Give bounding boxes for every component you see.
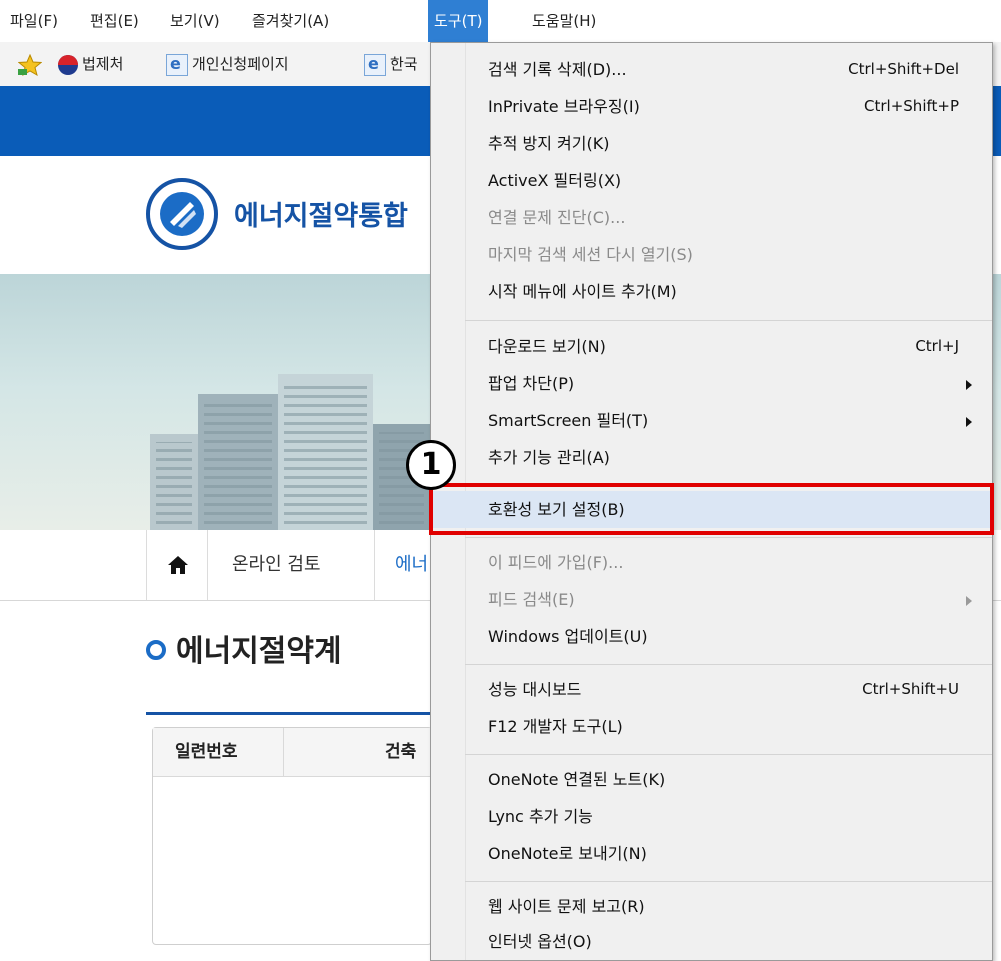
favorite-label: 법제처 — [82, 55, 124, 73]
menu-item-label: ActiveX 필터링(X) — [488, 171, 622, 190]
circle-bullet-icon — [146, 639, 166, 660]
menu-item-subscribe-feed[interactable]: 이 피드에 가입(F)... — [431, 544, 992, 581]
menu-item-label: 다운로드 보기(N) — [488, 337, 606, 356]
site-logo-icon[interactable] — [146, 178, 218, 250]
star-icon — [18, 53, 42, 76]
menu-item-shortcut: Ctrl+Shift+P — [864, 97, 959, 115]
menu-item-diagnose-connection[interactable]: 연결 문제 진단(C)... — [431, 199, 992, 236]
menu-item-label: 팝업 차단(P) — [488, 374, 575, 393]
menu-item-shortcut: Ctrl+Shift+Del — [848, 60, 959, 78]
menu-item-lync-addon[interactable]: Lync 추가 기능 — [431, 798, 992, 835]
menu-item-activex-filtering[interactable]: ActiveX 필터링(X) — [431, 162, 992, 199]
menu-tools[interactable]: 도구(T) — [428, 0, 489, 42]
submenu-arrow-icon — [966, 380, 972, 390]
menu-separator — [465, 881, 992, 882]
menu-item-send-to-onenote[interactable]: OneNote로 보내기(N) — [431, 835, 992, 872]
home-icon — [168, 556, 188, 574]
step-number-badge: 1 — [406, 440, 456, 490]
menu-item-label: 추적 방지 켜기(K) — [488, 134, 610, 153]
favorite-link-moleg[interactable]: 법제처 — [58, 42, 123, 86]
menu-item-label: 인터넷 옵션(O) — [488, 932, 592, 951]
submenu-arrow-icon — [966, 417, 972, 427]
menu-item-label: 피드 검색(E) — [488, 590, 575, 609]
menu-item-shortcut: Ctrl+Shift+U — [862, 680, 959, 698]
menu-item-reopen-session[interactable]: 마지막 검색 세션 다시 열기(S) — [431, 236, 992, 273]
menu-item-delete-history[interactable]: 검색 기록 삭제(D)... Ctrl+Shift+Del — [431, 51, 992, 88]
menu-item-view-downloads[interactable]: 다운로드 보기(N) Ctrl+J — [431, 328, 992, 365]
menu-item-label: OneNote로 보내기(N) — [488, 844, 647, 863]
menu-item-label: Windows 업데이트(U) — [488, 627, 648, 646]
page-title: 에너지절약계 — [146, 626, 342, 670]
government-logo-icon — [58, 54, 78, 75]
menu-favorites[interactable]: 즐겨찾기(A) — [246, 0, 335, 42]
menu-item-onenote-linked[interactable]: OneNote 연결된 노트(K) — [431, 761, 992, 798]
nav-divider — [374, 530, 375, 600]
menu-item-label: InPrivate 브라우징(I) — [488, 97, 640, 116]
menu-view[interactable]: 보기(V) — [164, 0, 226, 42]
menu-item-shortcut: Ctrl+J — [915, 337, 959, 355]
column-header-serial: 일련번호 — [175, 742, 238, 762]
menu-item-label: Lync 추가 기능 — [488, 807, 593, 826]
menu-item-performance-dashboard[interactable]: 성능 대시보드 Ctrl+Shift+U — [431, 671, 992, 708]
page-title-text: 에너지절약계 — [176, 634, 342, 669]
menu-edit[interactable]: 편집(E) — [84, 0, 145, 42]
nav-online-review[interactable]: 온라인 검토 — [232, 530, 321, 600]
menu-separator — [465, 754, 992, 755]
favorite-label: 개인신청페이지 — [192, 55, 289, 73]
menu-item-label: 웹 사이트 문제 보고(R) — [488, 897, 645, 916]
menu-item-label: OneNote 연결된 노트(K) — [488, 770, 666, 789]
submenu-arrow-icon — [966, 596, 972, 606]
menu-item-windows-update[interactable]: Windows 업데이트(U) — [431, 618, 992, 655]
table-header: 일련번호 건축 — [153, 728, 431, 777]
menu-item-label: 이 피드에 가입(F)... — [488, 553, 624, 572]
favorite-label: 한국 — [390, 55, 418, 73]
menu-item-add-to-start[interactable]: 시작 메뉴에 사이트 추가(M) — [431, 273, 992, 310]
building-image — [278, 374, 373, 530]
nav-energy[interactable]: 에너 — [395, 530, 428, 600]
menu-separator — [465, 320, 992, 321]
data-table: 일련번호 건축 — [152, 727, 432, 945]
site-title[interactable]: 에너지절약통합 — [234, 194, 408, 233]
menu-file[interactable]: 파일(F) — [4, 0, 64, 42]
favorite-link-korea[interactable]: e 한국 — [364, 42, 418, 86]
menu-item-label: SmartScreen 필터(T) — [488, 411, 649, 430]
menu-separator — [465, 537, 992, 538]
menu-item-label: 시작 메뉴에 사이트 추가(M) — [488, 282, 677, 301]
menu-item-tracking-protection[interactable]: 추적 방지 켜기(K) — [431, 125, 992, 162]
menu-item-label: 검색 기록 삭제(D)... — [488, 60, 627, 79]
menu-item-f12-devtools[interactable]: F12 개발자 도구(L) — [431, 708, 992, 745]
menu-item-label: 추가 기능 관리(A) — [488, 448, 610, 467]
column-header-building: 건축 — [385, 742, 417, 762]
logo-leaf-icon — [170, 202, 196, 228]
title-underline — [146, 712, 432, 715]
ie-page-icon: e — [364, 53, 386, 76]
highlight-box — [429, 483, 994, 535]
building-image — [198, 394, 278, 530]
favorite-link-personal[interactable]: e 개인신청페이지 — [166, 42, 289, 86]
menu-item-report-website-problem[interactable]: 웹 사이트 문제 보고(R) — [431, 888, 992, 925]
menu-item-feed-discovery[interactable]: 피드 검색(E) — [431, 581, 992, 618]
menu-item-inprivate[interactable]: InPrivate 브라우징(I) Ctrl+Shift+P — [431, 88, 992, 125]
menu-item-label: 연결 문제 진단(C)... — [488, 208, 626, 227]
menu-bar: 파일(F) 편집(E) 보기(V) 즐겨찾기(A) 도구(T) 도움말(H) — [0, 0, 1001, 43]
menu-item-label: F12 개발자 도구(L) — [488, 717, 623, 736]
menu-help[interactable]: 도움말(H) — [526, 0, 602, 42]
menu-item-label: 마지막 검색 세션 다시 열기(S) — [488, 245, 693, 264]
home-button[interactable] — [146, 530, 208, 600]
add-favorites-star[interactable] — [18, 42, 46, 86]
column-divider — [283, 728, 284, 776]
building-image — [150, 434, 198, 530]
menu-separator — [465, 664, 992, 665]
menu-item-label: 성능 대시보드 — [488, 680, 582, 699]
menu-item-manage-addons[interactable]: 추가 기능 관리(A) — [431, 439, 992, 476]
ie-page-icon: e — [166, 53, 188, 76]
menu-item-popup-blocker[interactable]: 팝업 차단(P) — [431, 365, 992, 402]
menu-item-internet-options[interactable]: 인터넷 옵션(O) — [431, 923, 992, 960]
menu-item-smartscreen[interactable]: SmartScreen 필터(T) — [431, 402, 992, 439]
